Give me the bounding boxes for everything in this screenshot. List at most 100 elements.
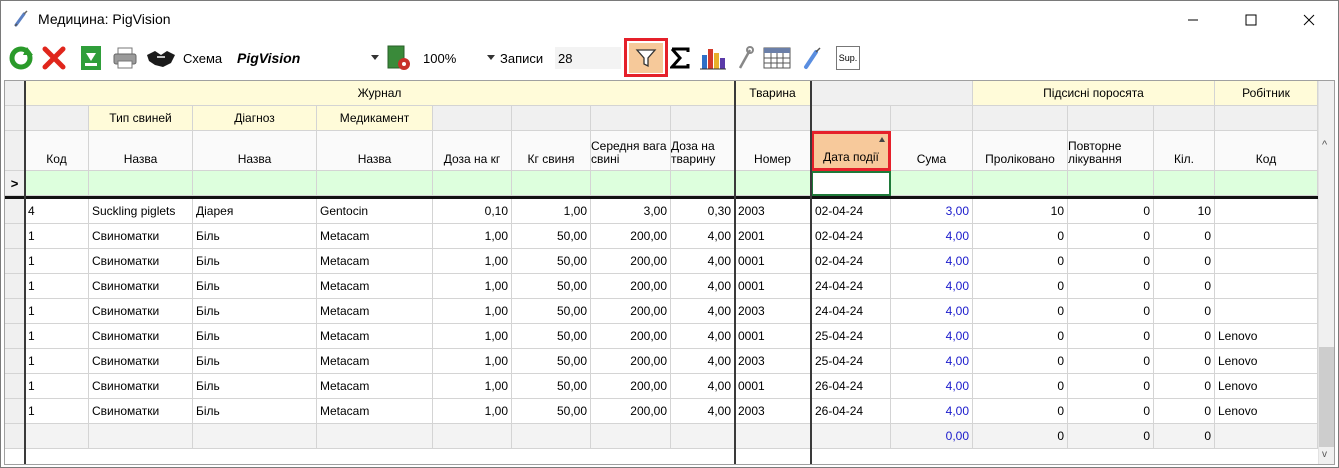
table-cell[interactable]: 0,10 (433, 199, 512, 224)
table-cell[interactable]: 4,00 (671, 374, 735, 399)
table-cell[interactable]: Suckling piglets (89, 199, 193, 224)
schema-button[interactable] (144, 42, 178, 74)
table-cell[interactable] (1215, 249, 1318, 274)
table-cell[interactable]: 0 (1154, 274, 1215, 299)
table-cell[interactable]: Gentocin (317, 199, 433, 224)
maximize-button[interactable] (1222, 1, 1280, 38)
column-header[interactable]: Кіл. (1154, 131, 1215, 171)
print-button[interactable] (111, 42, 139, 74)
filter-button[interactable] (629, 43, 663, 73)
table-cell[interactable]: 200,00 (591, 224, 671, 249)
table-cell[interactable] (1215, 199, 1318, 224)
filter-cell[interactable] (512, 171, 591, 196)
table-cell[interactable]: Біль (193, 349, 317, 374)
column-header[interactable]: Доза на тварину (671, 131, 735, 171)
sum-button[interactable] (668, 42, 692, 74)
table-cell[interactable]: 2001 (735, 224, 811, 249)
filter-cell[interactable] (811, 171, 891, 196)
table-cell[interactable]: 0 (973, 224, 1068, 249)
table-cell[interactable]: 1 (25, 299, 89, 324)
scrollbar-thumb[interactable] (1319, 347, 1334, 447)
table-cell[interactable]: 50,00 (512, 224, 591, 249)
table-cell[interactable]: 0 (973, 324, 1068, 349)
table-cell[interactable]: 0 (1068, 274, 1154, 299)
table-cell[interactable]: 4,00 (671, 274, 735, 299)
column-header[interactable]: Середня вага свині (591, 131, 671, 171)
table-cell[interactable]: 0001 (735, 324, 811, 349)
table-cell[interactable]: 50,00 (512, 349, 591, 374)
table-cell[interactable]: 50,00 (512, 374, 591, 399)
column-header[interactable]: Номер (735, 131, 811, 171)
table-cell[interactable]: 4,00 (671, 299, 735, 324)
column-header[interactable]: Назва (89, 131, 193, 171)
table-cell[interactable]: Свиноматки (89, 399, 193, 424)
table-cell[interactable]: 0 (1068, 349, 1154, 374)
table-cell[interactable]: 1 (25, 249, 89, 274)
table-cell[interactable]: 0001 (735, 374, 811, 399)
table-cell[interactable]: 1,00 (433, 299, 512, 324)
medicine-button[interactable] (799, 42, 825, 74)
table-cell[interactable]: 4,00 (891, 274, 973, 299)
table-cell[interactable]: 4,00 (671, 224, 735, 249)
table-cell[interactable]: 25-04-24 (811, 349, 891, 374)
table-cell[interactable]: 3,00 (891, 199, 973, 224)
table-cell[interactable]: 3,00 (591, 199, 671, 224)
table-cell[interactable]: 4,00 (671, 249, 735, 274)
close-button[interactable] (1280, 1, 1338, 38)
table-cell[interactable]: 4,00 (891, 399, 973, 424)
table-cell[interactable]: Свиноматки (89, 324, 193, 349)
table-cell[interactable]: 1,00 (433, 399, 512, 424)
schema-select[interactable]: PigVision (233, 47, 381, 69)
table-cell[interactable]: Lenovo (1215, 349, 1318, 374)
table-cell[interactable]: 02-04-24 (811, 249, 891, 274)
scroll-up-icon[interactable]: ^ (1322, 139, 1327, 151)
table-cell[interactable]: 4,00 (671, 324, 735, 349)
table-cell[interactable]: 50,00 (512, 249, 591, 274)
table-cell[interactable]: 200,00 (591, 399, 671, 424)
filter-cell[interactable] (25, 171, 89, 196)
table-cell[interactable]: Біль (193, 299, 317, 324)
table-cell[interactable]: 0 (973, 274, 1068, 299)
table-cell[interactable]: 0 (973, 374, 1068, 399)
table-cell[interactable]: Lenovo (1215, 374, 1318, 399)
row-header[interactable] (5, 299, 25, 324)
table-cell[interactable]: 0 (1068, 324, 1154, 349)
column-header[interactable]: Код (25, 131, 89, 171)
table-cell[interactable]: 4,00 (891, 249, 973, 274)
table-cell[interactable]: Біль (193, 399, 317, 424)
row-header[interactable] (5, 274, 25, 299)
table-cell[interactable] (1215, 299, 1318, 324)
table-cell[interactable]: 0 (1154, 249, 1215, 274)
table-cell[interactable]: 50,00 (512, 299, 591, 324)
table-cell[interactable]: 4 (25, 199, 89, 224)
table-cell[interactable]: 1,00 (433, 224, 512, 249)
table-cell[interactable]: 0 (1068, 374, 1154, 399)
table-cell[interactable]: Біль (193, 224, 317, 249)
table-cell[interactable]: 0 (1154, 349, 1215, 374)
table-cell[interactable]: Біль (193, 374, 317, 399)
table-cell[interactable]: 2003 (735, 349, 811, 374)
table-cell[interactable]: Свиноматки (89, 274, 193, 299)
table-cell[interactable]: 0 (1154, 299, 1215, 324)
table-cell[interactable]: 0 (1154, 324, 1215, 349)
table-cell[interactable]: 0001 (735, 249, 811, 274)
table-cell[interactable]: 0 (1154, 399, 1215, 424)
table-cell[interactable]: 10 (1154, 199, 1215, 224)
column-header[interactable]: Назва (193, 131, 317, 171)
table-cell[interactable]: 2003 (735, 299, 811, 324)
table-cell[interactable]: 4,00 (891, 324, 973, 349)
filter-cell[interactable] (973, 171, 1068, 196)
filter-cell[interactable] (433, 171, 512, 196)
table-cell[interactable]: 24-04-24 (811, 299, 891, 324)
table-cell[interactable]: Lenovo (1215, 399, 1318, 424)
table-cell[interactable]: Lenovo (1215, 324, 1318, 349)
filter-cell[interactable] (735, 171, 811, 196)
row-header[interactable] (5, 199, 25, 224)
table-cell[interactable]: 0 (973, 249, 1068, 274)
table-cell[interactable]: Свиноматки (89, 249, 193, 274)
table-cell[interactable]: 1,00 (433, 274, 512, 299)
zoom-select[interactable]: 100% (419, 47, 497, 69)
filter-cell[interactable] (1068, 171, 1154, 196)
table-cell[interactable]: 26-04-24 (811, 374, 891, 399)
column-header[interactable]: Сума (891, 131, 973, 171)
